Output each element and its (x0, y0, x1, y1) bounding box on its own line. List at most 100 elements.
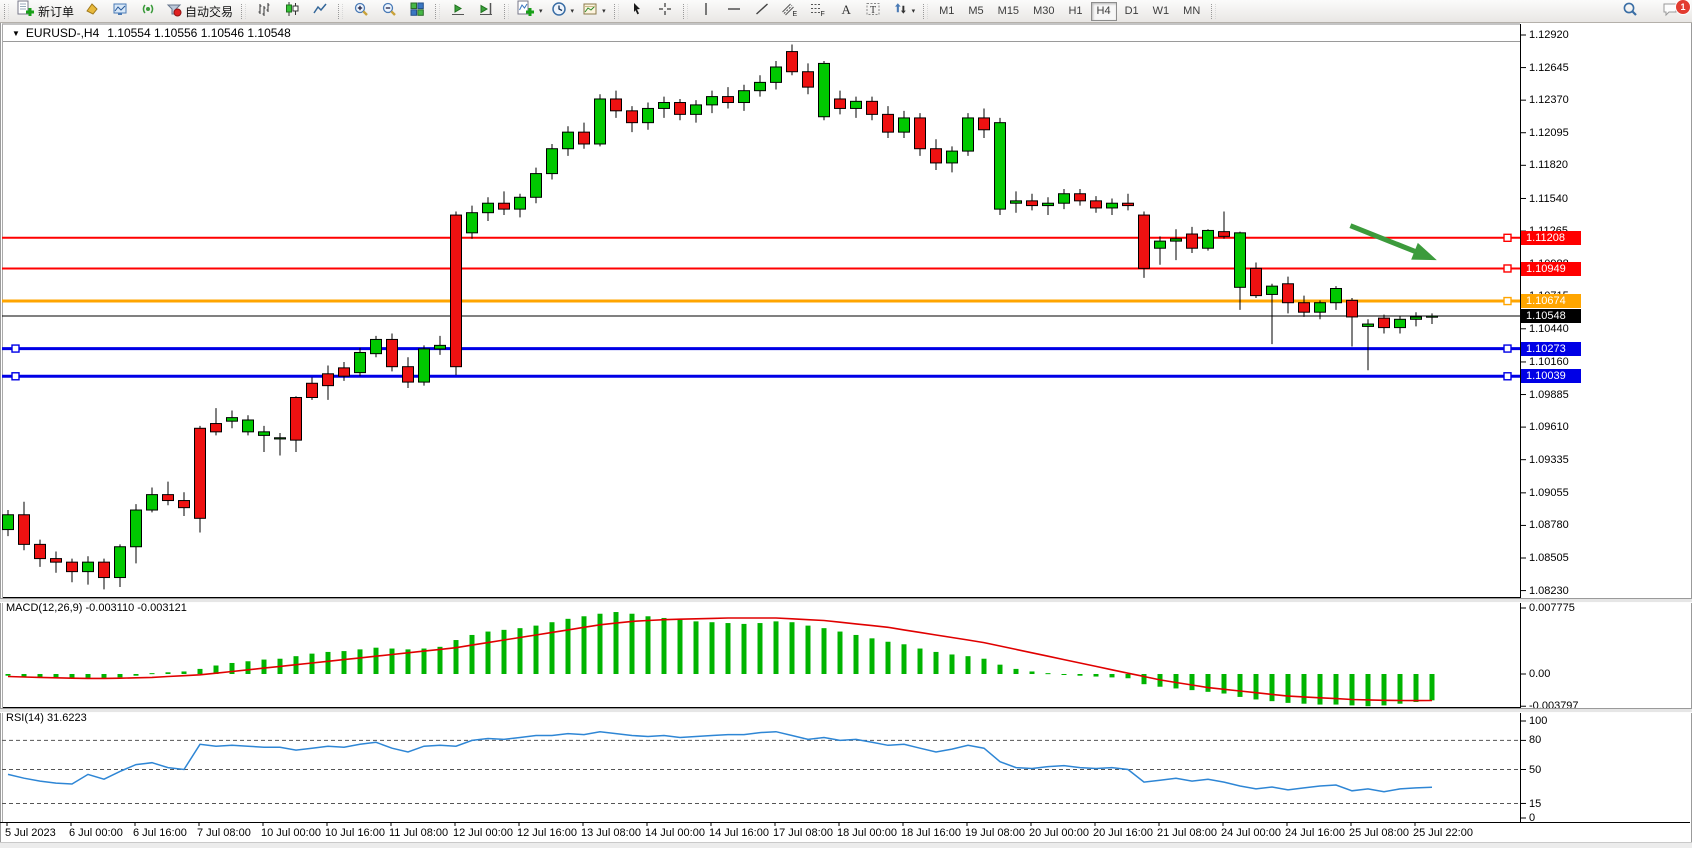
crosshair-button[interactable] (651, 0, 679, 22)
rsi-label: RSI(14) 31.6223 (6, 712, 87, 724)
zoom-in-button[interactable] (347, 0, 375, 22)
candlestick-icon (284, 1, 300, 22)
label-button[interactable]: T (860, 0, 888, 22)
notifications-button[interactable]: 1 (1656, 0, 1684, 22)
strategy-tester-button[interactable] (134, 0, 162, 22)
toolbar-group-pointer (623, 0, 679, 22)
candlestick-button[interactable] (278, 0, 306, 22)
bar-chart-button[interactable] (250, 0, 278, 22)
notification-badge: 1 (1675, 0, 1691, 15)
timeframe-m1-button[interactable]: M1 (933, 2, 960, 21)
price-tick-1.10160: 1.10160 (1529, 356, 1569, 368)
date-label: 5 Jul 2023 (5, 827, 56, 839)
auto-scroll-button[interactable] (444, 0, 472, 22)
timeframe-mn-button[interactable]: MN (1177, 2, 1206, 21)
macd-values: -0.003110 -0.003121 (85, 602, 186, 614)
horizontal-line-button[interactable] (720, 0, 748, 22)
chart-window[interactable] (0, 22, 1692, 842)
price-tick-1.09335: 1.09335 (1529, 454, 1569, 466)
timeframe-h4-button[interactable]: H4 (1091, 2, 1117, 21)
line-chart-button[interactable] (306, 0, 334, 22)
date-label: 6 Jul 16:00 (133, 827, 187, 839)
date-label: 11 Jul 08:00 (389, 827, 448, 839)
trendline-button[interactable] (748, 0, 776, 22)
new-order-button[interactable]: 新订单 (13, 0, 78, 22)
indicators-button[interactable]: ▾ (513, 0, 547, 22)
templates-button[interactable]: ▾ (578, 0, 610, 22)
vertical-line-button[interactable] (692, 0, 720, 22)
timeframe-m15-button[interactable]: M15 (992, 2, 1025, 21)
zoom-out-button[interactable] (375, 0, 403, 22)
dropdown-caret-icon: ▾ (539, 7, 543, 15)
date-label: 25 Jul 22:00 (1413, 827, 1473, 839)
timeframe-h1-button[interactable]: H1 (1062, 2, 1088, 21)
pane-separator-macd[interactable] (0, 598, 1692, 603)
line-chart-icon (312, 1, 328, 22)
timeframe-d1-button[interactable]: D1 (1119, 2, 1145, 21)
horizontal-line-icon (726, 1, 742, 22)
market-watch-button[interactable] (78, 0, 106, 22)
vertical-line-icon (698, 1, 714, 22)
periods-button[interactable]: ▾ (547, 0, 579, 22)
date-label: 17 Jul 08:00 (773, 827, 833, 839)
line-price-label-1.10273[interactable]: 1.10273 (1521, 342, 1581, 356)
arrows-icon (892, 1, 908, 22)
equidistant-channel-button[interactable]: E (776, 0, 804, 22)
price-tick-1.09610: 1.09610 (1529, 421, 1569, 433)
strategy-tester-icon (140, 1, 156, 22)
arrows-button[interactable]: ▾ (888, 0, 920, 22)
pane-separator-rsi[interactable] (0, 708, 1692, 713)
search-button[interactable] (1616, 0, 1644, 22)
data-window-icon (112, 1, 128, 22)
rsi-value: 31.6223 (47, 712, 87, 724)
data-window-button[interactable] (106, 0, 134, 22)
price-tick-1.10440: 1.10440 (1529, 323, 1569, 335)
line-price-label-1.10039[interactable]: 1.10039 (1521, 369, 1581, 383)
templates-icon (582, 1, 598, 22)
header-divider (2, 41, 1520, 42)
toolbar: 新订单自动交易▾▾▾EFAT▾M1M5M15M30H1H4D1W1MN 1 (0, 0, 1692, 23)
window-bottom-edge (0, 842, 1692, 848)
rsi-tick-0: 0 (1529, 812, 1535, 824)
autotrading-icon (166, 1, 182, 22)
toolbar-group-objects: EFAT ▾ (692, 0, 920, 22)
fibonacci-button[interactable]: F (804, 0, 832, 22)
date-label: 13 Jul 08:00 (581, 827, 641, 839)
chart-shift-button[interactable] (472, 0, 500, 22)
price-tick-1.09885: 1.09885 (1529, 389, 1569, 401)
date-label: 18 Jul 16:00 (901, 827, 961, 839)
svg-text:T: T (870, 5, 876, 16)
tile-windows-button[interactable] (403, 0, 431, 22)
price-tick-1.11540: 1.11540 (1529, 193, 1568, 205)
date-label: 14 Jul 16:00 (709, 827, 769, 839)
price-tick-1.08505: 1.08505 (1529, 552, 1569, 564)
date-label: 7 Jul 08:00 (197, 827, 251, 839)
auto-scroll-icon (450, 1, 466, 22)
date-label: 24 Jul 16:00 (1285, 827, 1345, 839)
line-price-label-1.10674[interactable]: 1.10674 (1521, 294, 1581, 308)
price-tick-1.12095: 1.12095 (1529, 127, 1569, 139)
zoom-in-icon (353, 1, 369, 22)
macd-tick-max: 0.007775 (1529, 602, 1575, 614)
toolbar-separator (614, 4, 619, 19)
price-tick-1.08780: 1.08780 (1529, 519, 1569, 531)
macd-tick-zero: 0.00 (1529, 668, 1550, 680)
line-price-label-1.11208[interactable]: 1.11208 (1521, 231, 1581, 245)
line-price-label-1.10949[interactable]: 1.10949 (1521, 262, 1581, 276)
price-tick-1.08230: 1.08230 (1529, 585, 1569, 597)
toolbar-separator (338, 4, 343, 19)
autotrading-button[interactable]: 自动交易 (162, 0, 237, 22)
date-label: 14 Jul 00:00 (645, 827, 705, 839)
label-icon: T (865, 1, 882, 22)
cursor-button[interactable] (623, 0, 651, 22)
timeframe-m30-button[interactable]: M30 (1027, 2, 1060, 21)
toolbar-group-trade: 新订单 自动交易 (13, 0, 237, 22)
ohlc-values: 1.10554 1.10556 1.10546 1.10548 (107, 26, 291, 40)
line-price-label-1.10548[interactable]: 1.10548 (1521, 309, 1581, 323)
text-button[interactable]: A (832, 0, 860, 22)
timeframe-m5-button[interactable]: M5 (962, 2, 989, 21)
rsi-tick-100: 100 (1529, 715, 1547, 727)
crosshair-icon (657, 1, 673, 22)
timeframe-w1-button[interactable]: W1 (1147, 2, 1176, 21)
rsi-tick-80: 80 (1529, 734, 1541, 746)
